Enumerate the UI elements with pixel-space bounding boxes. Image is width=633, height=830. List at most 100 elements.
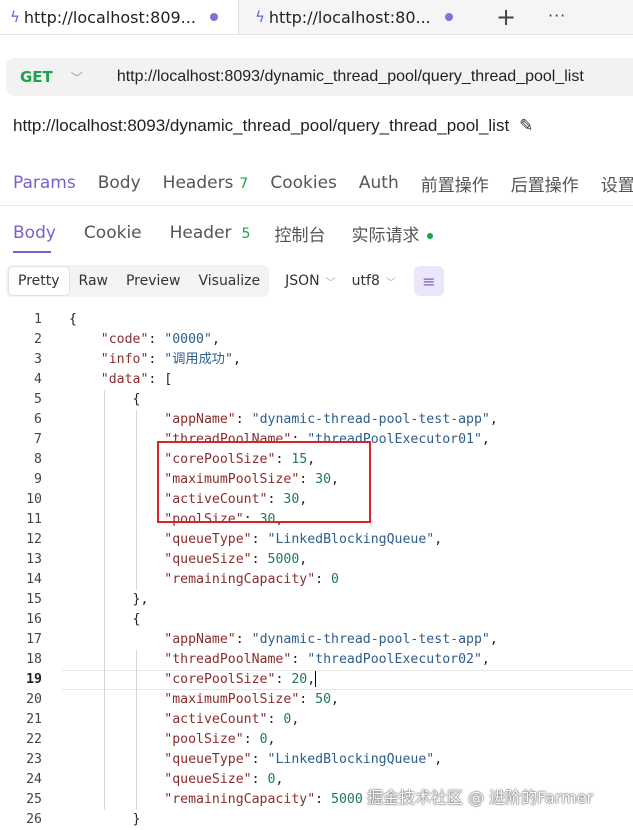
tab-params[interactable]: Params <box>13 173 76 193</box>
headers-count-badge: 7 <box>239 176 249 192</box>
request-tab-label: http://localhost:809... <box>23 7 196 27</box>
tab-actual-request[interactable]: 实际请求 <box>351 221 434 246</box>
code-line: 5 { <box>0 390 633 410</box>
code-token: : <box>148 332 165 347</box>
view-raw-button[interactable]: Raw <box>70 267 117 295</box>
code-token: 5000 <box>267 552 300 567</box>
format-select[interactable]: JSON ﹀ <box>285 273 336 289</box>
code-token: , <box>275 772 284 787</box>
code-token: : <box>251 772 268 787</box>
code-token: 0 <box>259 732 268 747</box>
code-token: : <box>291 652 308 667</box>
encoding-select[interactable]: utf8 ﹀ <box>352 273 396 289</box>
code-text: "remainingCapacity": 5000 <box>69 790 363 810</box>
response-code-viewer[interactable]: 1{2 "code": "0000", 3 "info": "调用成功", 4 "d… <box>0 305 633 827</box>
code-token: , <box>434 752 443 767</box>
code-token: "threadPoolName" <box>164 652 292 667</box>
line-number: 5 <box>34 392 42 407</box>
more-tabs-button[interactable]: ··· <box>548 0 566 30</box>
code-token: "调用成功" <box>164 352 233 367</box>
code-line: 1{ <box>0 310 633 330</box>
tab-headers-label: Headers <box>162 173 234 193</box>
header-count-badge: 5 <box>241 226 251 242</box>
code-token: 50 <box>315 692 332 707</box>
tab-actual-request-label: 实际请求 <box>351 225 420 246</box>
response-tabs: Body Cookie Header 5 控制台 实际请求 <box>0 218 434 248</box>
tab-settings[interactable]: 设置 <box>601 171 633 196</box>
code-line: 3 "info": "调用成功", <box>0 350 633 370</box>
code-line: 14 "remainingCapacity": 0 <box>0 570 633 590</box>
tab-response-body[interactable]: Body <box>13 223 56 243</box>
code-token: "threadPoolExecutor02" <box>307 652 482 667</box>
tab-response-cookie[interactable]: Cookie <box>84 223 142 243</box>
indent-guide <box>136 650 137 810</box>
tab-auth[interactable]: Auth <box>359 173 399 193</box>
code-token: : <box>267 712 284 727</box>
code-text: "info": "调用成功", <box>69 350 241 370</box>
line-number: 17 <box>26 632 42 647</box>
line-number: 4 <box>34 372 42 387</box>
code-text: "appName": "dynamic-thread-pool-test-app… <box>69 630 498 650</box>
view-visualize-button[interactable]: Visualize <box>189 267 269 295</box>
code-token: : <box>251 752 268 767</box>
view-preview-button[interactable]: Preview <box>117 267 190 295</box>
code-token: "maximumPoolSize" <box>164 692 300 707</box>
code-token: , <box>232 352 241 367</box>
watermark: 掘金技术社区 @ 进阶的Farmer <box>367 788 594 807</box>
url-input[interactable]: http://localhost:8093/dynamic_thread_poo… <box>117 68 584 86</box>
divider <box>0 205 633 206</box>
code-line: 19 "corePoolSize": 20, <box>0 670 633 690</box>
code-token: 20 <box>291 672 308 687</box>
code-token: } <box>69 812 141 827</box>
request-tab-2[interactable]: ϟ http://localhost:80... <box>238 0 479 34</box>
edit-pencil-icon[interactable]: ✎ <box>519 116 533 136</box>
code-token: : [ <box>148 372 173 387</box>
format-code-button[interactable]: ≡ <box>413 266 444 296</box>
chevron-down-icon[interactable]: ﹀ <box>71 69 83 86</box>
chevron-down-icon: ﹀ <box>385 277 396 289</box>
tab-post-request[interactable]: 后置操作 <box>511 171 579 196</box>
tab-response-header-label: Header <box>169 223 232 243</box>
code-line: 12 "queueType": "LinkedBlockingQueue", <box>0 530 633 550</box>
tab-console[interactable]: 控制台 <box>274 221 325 246</box>
code-token: , <box>307 672 316 687</box>
request-tab-1[interactable]: ϟ http://localhost:809... <box>0 0 238 34</box>
code-token: "data" <box>100 372 149 387</box>
bolt-icon: ϟ <box>10 8 20 26</box>
tab-headers[interactable]: Headers 7 <box>163 173 249 193</box>
code-token: : <box>315 572 332 587</box>
code-token: "queueSize" <box>164 552 252 567</box>
request-name: http://localhost:8093/dynamic_thread_poo… <box>13 116 533 136</box>
code-token: "queueType" <box>164 532 252 547</box>
tab-cookies[interactable]: Cookies <box>270 173 337 193</box>
code-token: "remainingCapacity" <box>164 792 316 807</box>
tab-response-header[interactable]: Header 5 <box>170 223 251 243</box>
view-pretty-button[interactable]: Pretty <box>8 266 70 296</box>
code-token: "0000" <box>164 332 212 347</box>
code-token: : <box>315 792 332 807</box>
code-token: , <box>489 632 498 647</box>
line-number: 25 <box>26 792 42 807</box>
tab-pre-request[interactable]: 前置操作 <box>421 171 489 196</box>
code-token: , <box>434 532 443 547</box>
code-text: }, <box>69 590 149 610</box>
code-line: 4 "data": [ <box>0 370 633 390</box>
line-number: 2 <box>34 332 42 347</box>
new-tab-button[interactable]: + <box>496 0 516 34</box>
code-token: "queueType" <box>164 752 252 767</box>
code-token: : <box>251 532 268 547</box>
unsaved-dot-icon <box>209 13 218 21</box>
tab-body[interactable]: Body <box>98 173 141 193</box>
line-number: 20 <box>26 692 42 707</box>
code-token: : <box>275 672 292 687</box>
code-line: 20 "maximumPoolSize": 50, <box>0 690 633 710</box>
chevron-down-icon: ﹀ <box>325 277 336 289</box>
code-token: , <box>267 732 276 747</box>
method-select[interactable]: GET <box>20 68 53 86</box>
